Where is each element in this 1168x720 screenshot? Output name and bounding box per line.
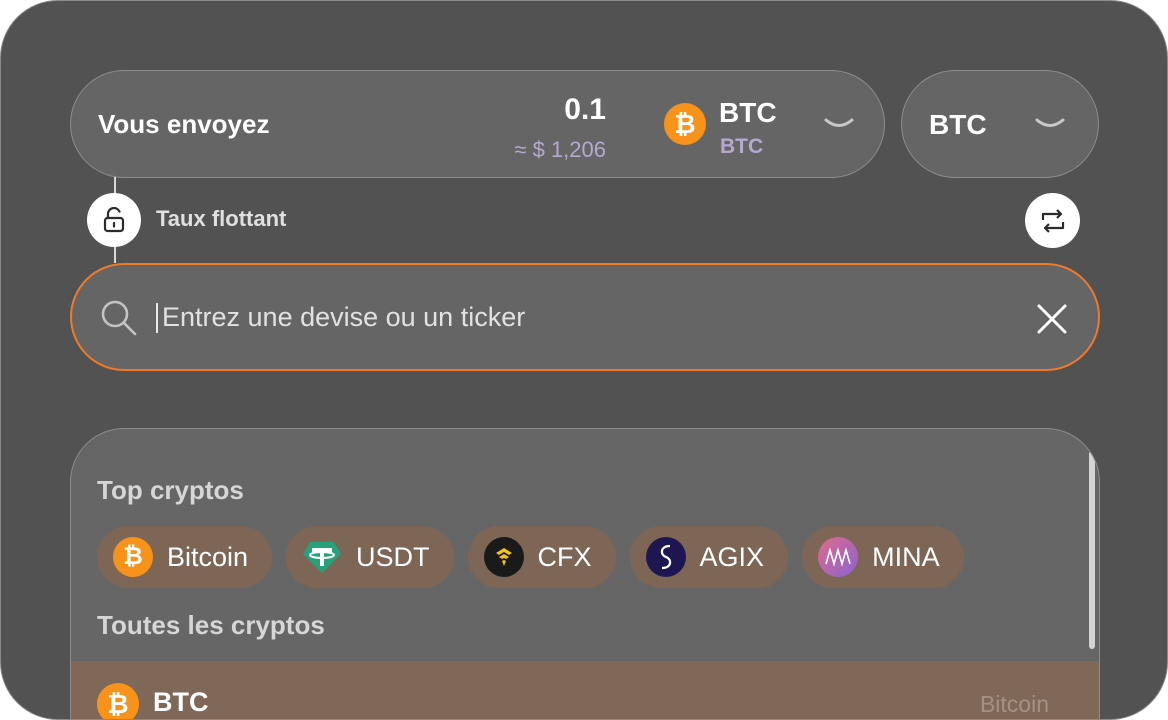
top-crypto-chip-bitcoin[interactable]: ₿ Bitcoin xyxy=(97,526,273,588)
conflux-icon xyxy=(483,537,524,577)
rate-type-label[interactable]: Taux flottant xyxy=(156,206,286,232)
close-icon[interactable] xyxy=(1036,303,1068,335)
chip-label: AGIX xyxy=(699,541,765,572)
send-coin-network: BTC xyxy=(720,135,764,158)
list-item-ticker: BTC xyxy=(153,687,209,717)
top-crypto-chip-agix[interactable]: AGIX xyxy=(629,526,789,588)
send-coin-ticker[interactable]: BTC xyxy=(719,97,777,129)
bitcoin-icon: ₿ xyxy=(97,683,139,719)
send-amount-field[interactable]: Vous envoyez 0.1 ≈ $ 1,206 ₿ BTC BTC xyxy=(70,70,885,178)
text-cursor xyxy=(156,303,158,333)
send-amount-usd: ≈ $ 1,206 xyxy=(514,137,606,162)
chip-label: Bitcoin xyxy=(167,541,249,572)
network-selector[interactable]: BTC xyxy=(901,70,1099,178)
chevron-down-icon[interactable] xyxy=(824,117,854,131)
unlock-icon xyxy=(103,207,125,233)
swap-icon xyxy=(1041,208,1064,233)
chevron-down-icon[interactable] xyxy=(1035,117,1065,131)
top-crypto-chip-usdt[interactable]: USDT xyxy=(286,526,454,588)
search-input[interactable] xyxy=(162,295,1022,339)
scrollbar[interactable] xyxy=(1089,451,1095,649)
tether-icon xyxy=(302,537,342,577)
bitcoin-icon: ₿ xyxy=(664,103,706,145)
chip-label: MINA xyxy=(872,541,940,572)
currency-search-field[interactable] xyxy=(70,263,1100,371)
network-label: BTC xyxy=(929,109,987,140)
rate-lock-button[interactable] xyxy=(87,193,141,247)
chip-label: USDT xyxy=(356,541,430,572)
top-crypto-chip-cfx[interactable]: CFX xyxy=(467,526,616,588)
list-item[interactable]: ₿ BTC Bitcoin xyxy=(71,661,1099,719)
top-cryptos-list: ₿ Bitcoin USDT CFX AGIX MINA xyxy=(97,526,964,588)
send-label: Vous envoyez xyxy=(98,109,270,139)
send-amount[interactable]: 0.1 xyxy=(564,93,606,127)
bitcoin-icon: ₿ xyxy=(113,537,153,577)
top-crypto-chip-mina[interactable]: MINA xyxy=(802,526,964,588)
search-icon xyxy=(101,300,137,336)
singularitynet-icon xyxy=(645,537,686,577)
exchange-widget: Vous envoyez 0.1 ≈ $ 1,206 ₿ BTC BTC BTC… xyxy=(0,0,1168,720)
top-cryptos-title: Top cryptos xyxy=(97,475,244,505)
swap-button[interactable] xyxy=(1025,193,1080,248)
mina-icon xyxy=(818,537,859,577)
all-cryptos-title: Toutes les cryptos xyxy=(97,610,325,640)
list-item-name: Bitcoin xyxy=(979,691,1049,717)
chip-label: CFX xyxy=(537,541,592,572)
currency-list-panel: Top cryptos ₿ Bitcoin USDT CFX AGIX MINA… xyxy=(70,428,1100,719)
